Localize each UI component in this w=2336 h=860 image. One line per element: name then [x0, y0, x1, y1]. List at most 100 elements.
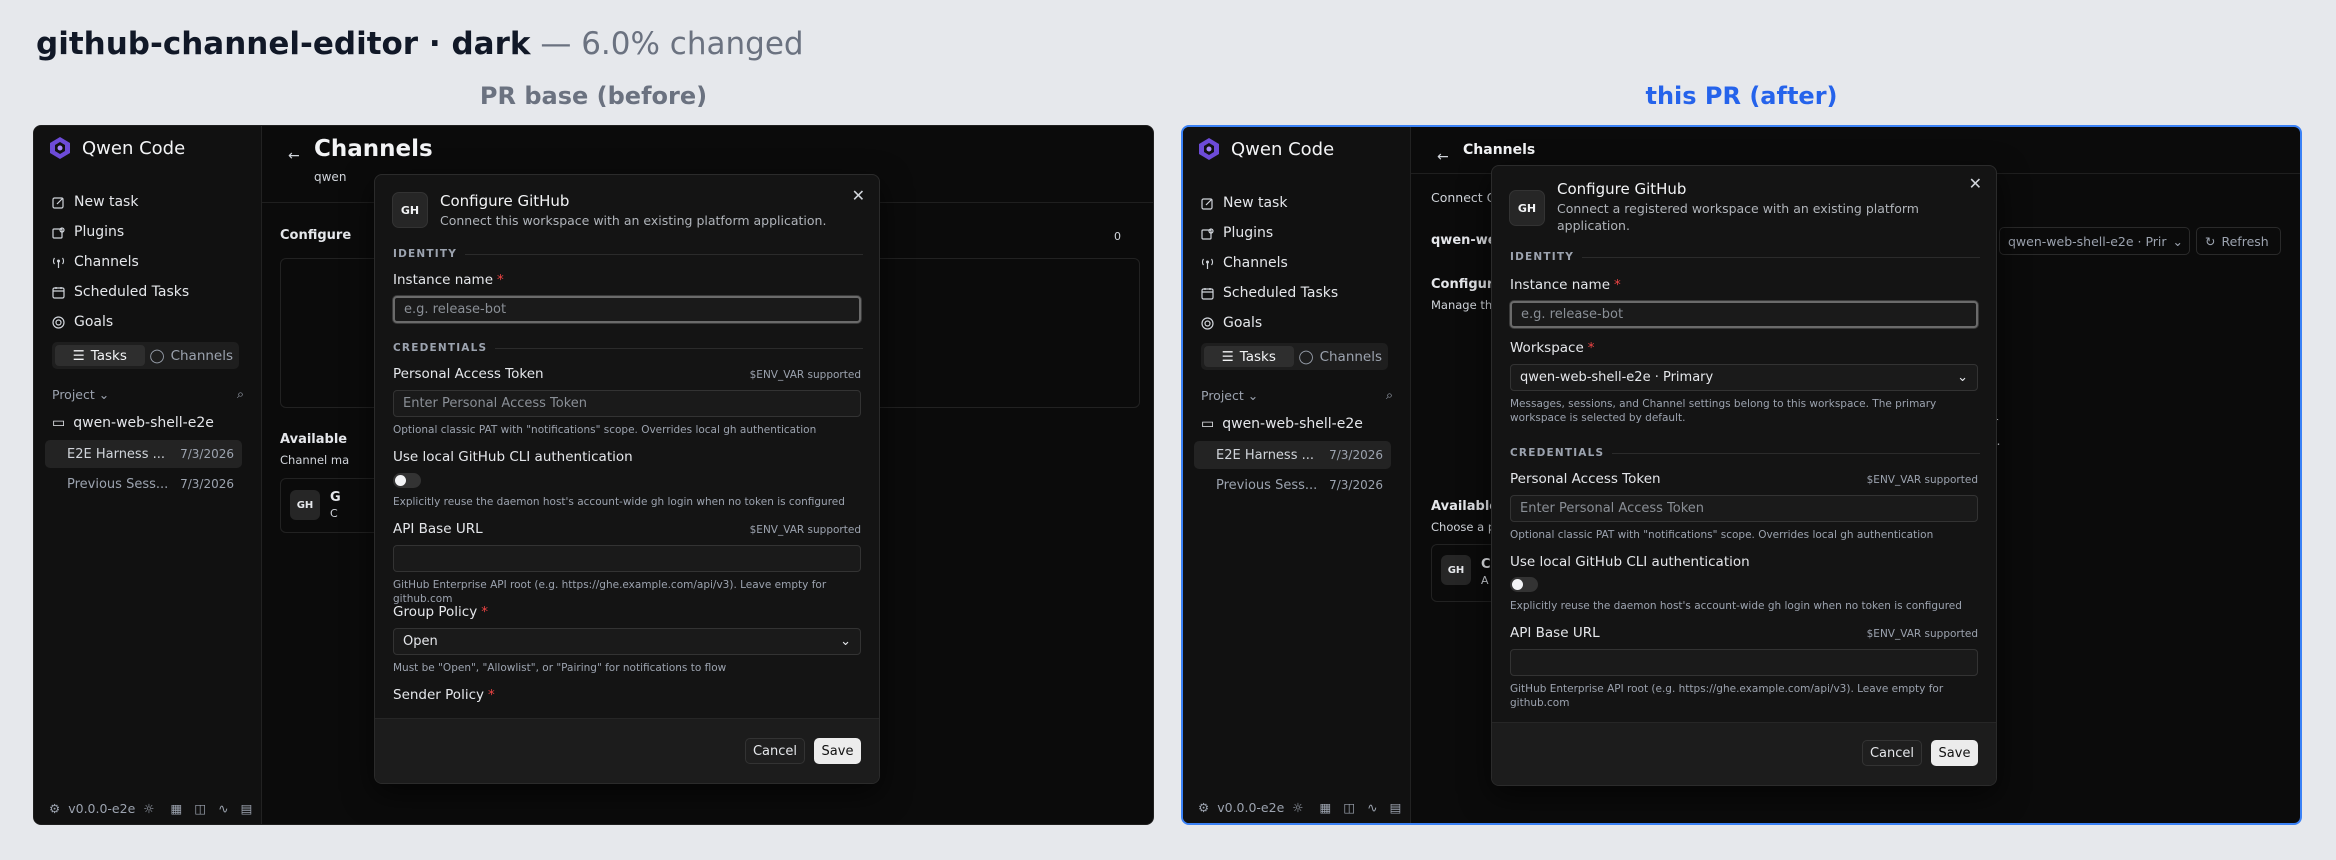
layout-icon[interactable]: ▤ [1390, 800, 1402, 815]
settings-icon[interactable]: ⚙ [49, 801, 60, 816]
nav-new-task[interactable]: New task [1201, 188, 1338, 218]
session-item[interactable]: Previous Sess... 7/3/2026 [1194, 471, 1391, 499]
activity-icon[interactable]: ∿ [1367, 800, 1377, 815]
project-label: Project [1201, 387, 1244, 403]
close-icon[interactable]: ✕ [1969, 174, 1982, 193]
session-date: 7/3/2026 [180, 477, 234, 491]
settings-icon[interactable]: ⚙ [1198, 800, 1209, 815]
save-button[interactable]: Save [1931, 740, 1978, 766]
api-base-url-input[interactable] [1510, 649, 1978, 676]
workspace-select[interactable]: qwen-web-shell-e2e · Primary ⌄ [1510, 364, 1978, 391]
nav-plugins[interactable]: Plugins [52, 217, 189, 247]
bg-card-g: G [330, 490, 341, 505]
sun-icon[interactable]: ☼ [143, 801, 154, 816]
pat-input[interactable]: Enter Personal Access Token [393, 390, 861, 417]
project-dropdown[interactable]: Project ⌄ [52, 387, 109, 402]
modal-title: Configure GitHub [1557, 180, 1687, 198]
page-title-main: github-channel-editor · dark [36, 26, 531, 62]
after-panel: Qwen Code New task Plugins Channels Sche… [1181, 125, 2302, 825]
bg-card-a: A [1481, 574, 1489, 587]
project-dropdown[interactable]: Project ⌄ [1201, 388, 1258, 403]
nav-plugins[interactable]: Plugins [1201, 218, 1338, 248]
github-tile-icon: GH [1441, 555, 1471, 585]
nav-channels[interactable]: Channels [52, 247, 189, 277]
pat-placeholder: Enter Personal Access Token [1520, 501, 1705, 516]
required-marker: * [481, 604, 488, 620]
api-base-url-label: API Base URL [393, 521, 483, 537]
search-icon[interactable]: ⌕ [1386, 387, 1393, 403]
section-credentials: CREDENTIALS [1510, 447, 1980, 459]
instance-name-text: Instance name [393, 272, 493, 288]
brand[interactable]: Qwen Code [1197, 137, 1334, 161]
section-credentials-label: CREDENTIALS [393, 342, 488, 354]
nav-goals[interactable]: Goals [52, 307, 189, 337]
calendar-icon [52, 286, 65, 299]
seg-tasks[interactable]: ☰ Tasks [1204, 346, 1294, 367]
workspace-pill[interactable]: qwen-web-shell-e2e · Prir ⌄ [1999, 227, 2190, 255]
nav-new-task[interactable]: New task [52, 187, 189, 217]
cli-auth-toggle[interactable] [1510, 577, 1538, 592]
sidebar-segmented-control: ☰ Tasks ◯ Channels [1201, 343, 1388, 370]
pat-input[interactable]: Enter Personal Access Token [1510, 495, 1978, 522]
nav-label: New task [74, 194, 139, 210]
workspace-pill-text: qwen-web-shell-e2e · Prir [2008, 233, 2167, 249]
activity-icon[interactable]: ∿ [218, 801, 228, 816]
sun-icon[interactable]: ☼ [1292, 800, 1303, 815]
refresh-button[interactable]: ↻ Refresh [2196, 227, 2281, 255]
session-item[interactable]: E2E Harness ... 7/3/2026 [1194, 441, 1391, 469]
search-icon[interactable]: ⌕ [237, 386, 244, 402]
refresh-label: Refresh [2221, 233, 2269, 249]
session-item[interactable]: Previous Sess... 7/3/2026 [45, 470, 242, 498]
bg-available: Available [280, 432, 348, 447]
nav-channels[interactable]: Channels [1201, 248, 1338, 278]
group-policy-help: Must be "Open", "Allowlist", or "Pairing… [393, 662, 727, 674]
before-label: PR base (before) [479, 82, 708, 110]
version-label: v0.0.0-e2e [1217, 800, 1285, 815]
sender-policy-label: Sender Policy * [393, 687, 495, 703]
api-base-url-input[interactable] [393, 545, 861, 572]
list-icon: ☰ [72, 347, 85, 364]
sidebar-footer: ⚙ v0.0.0-e2e ☼ ▦ ◫ ∿ ▤ [1198, 800, 1401, 815]
required-marker: * [1614, 277, 1621, 293]
nav-goals[interactable]: Goals [1201, 308, 1338, 338]
seg-channels[interactable]: ◯ Channels [147, 345, 237, 366]
nav-scheduled-tasks[interactable]: Scheduled Tasks [1201, 278, 1338, 308]
nav-scheduled-tasks[interactable]: Scheduled Tasks [52, 277, 189, 307]
grid-icon[interactable]: ▦ [171, 801, 183, 816]
instance-name-input[interactable]: e.g. release-bot [393, 296, 861, 323]
app-name: Qwen Code [1231, 138, 1335, 160]
nav-label: Channels [1223, 255, 1288, 271]
pat-help: Optional classic PAT with "notifications… [1510, 529, 1934, 541]
workspace-help: Messages, sessions, and Channel settings… [1510, 398, 1937, 424]
layout-icon[interactable]: ▤ [241, 801, 253, 816]
cli-auth-toggle[interactable] [393, 473, 421, 488]
session-title: E2E Harness ... [67, 446, 166, 462]
after-label: this PR (after) [1645, 82, 1838, 110]
back-arrow-icon[interactable]: ← [288, 148, 300, 164]
seg-tasks-label: Tasks [1239, 348, 1276, 365]
grid-icon[interactable]: ▦ [1320, 800, 1332, 815]
chat-icon: ◯ [1298, 348, 1314, 365]
session-date: 7/3/2026 [1329, 478, 1383, 492]
divider [1612, 452, 1980, 454]
folder-row[interactable]: ▭ qwen-web-shell-e2e [1201, 416, 1363, 432]
nav-label: Goals [1223, 315, 1263, 331]
instance-name-input[interactable]: e.g. release-bot [1510, 301, 1978, 328]
group-policy-select[interactable]: Open ⌄ [393, 628, 861, 655]
back-arrow-icon[interactable]: ← [1437, 149, 1449, 165]
folder-row[interactable]: ▭ qwen-web-shell-e2e [52, 415, 214, 431]
panel-icon[interactable]: ◫ [194, 801, 206, 816]
seg-channels[interactable]: ◯ Channels [1296, 346, 1386, 367]
cancel-button[interactable]: Cancel [1862, 740, 1922, 766]
close-icon[interactable]: ✕ [852, 186, 865, 205]
brand[interactable]: Qwen Code [48, 136, 185, 160]
cancel-button[interactable]: Cancel [745, 738, 805, 764]
group-policy-text: Group Policy [393, 604, 478, 620]
project-label: Project [52, 386, 95, 402]
seg-tasks[interactable]: ☰ Tasks [55, 345, 145, 366]
nav-label: New task [1223, 195, 1288, 211]
save-button[interactable]: Save [814, 738, 861, 764]
session-item[interactable]: E2E Harness ... 7/3/2026 [45, 440, 242, 468]
panel-icon[interactable]: ◫ [1343, 800, 1355, 815]
required-marker: * [1587, 340, 1595, 356]
